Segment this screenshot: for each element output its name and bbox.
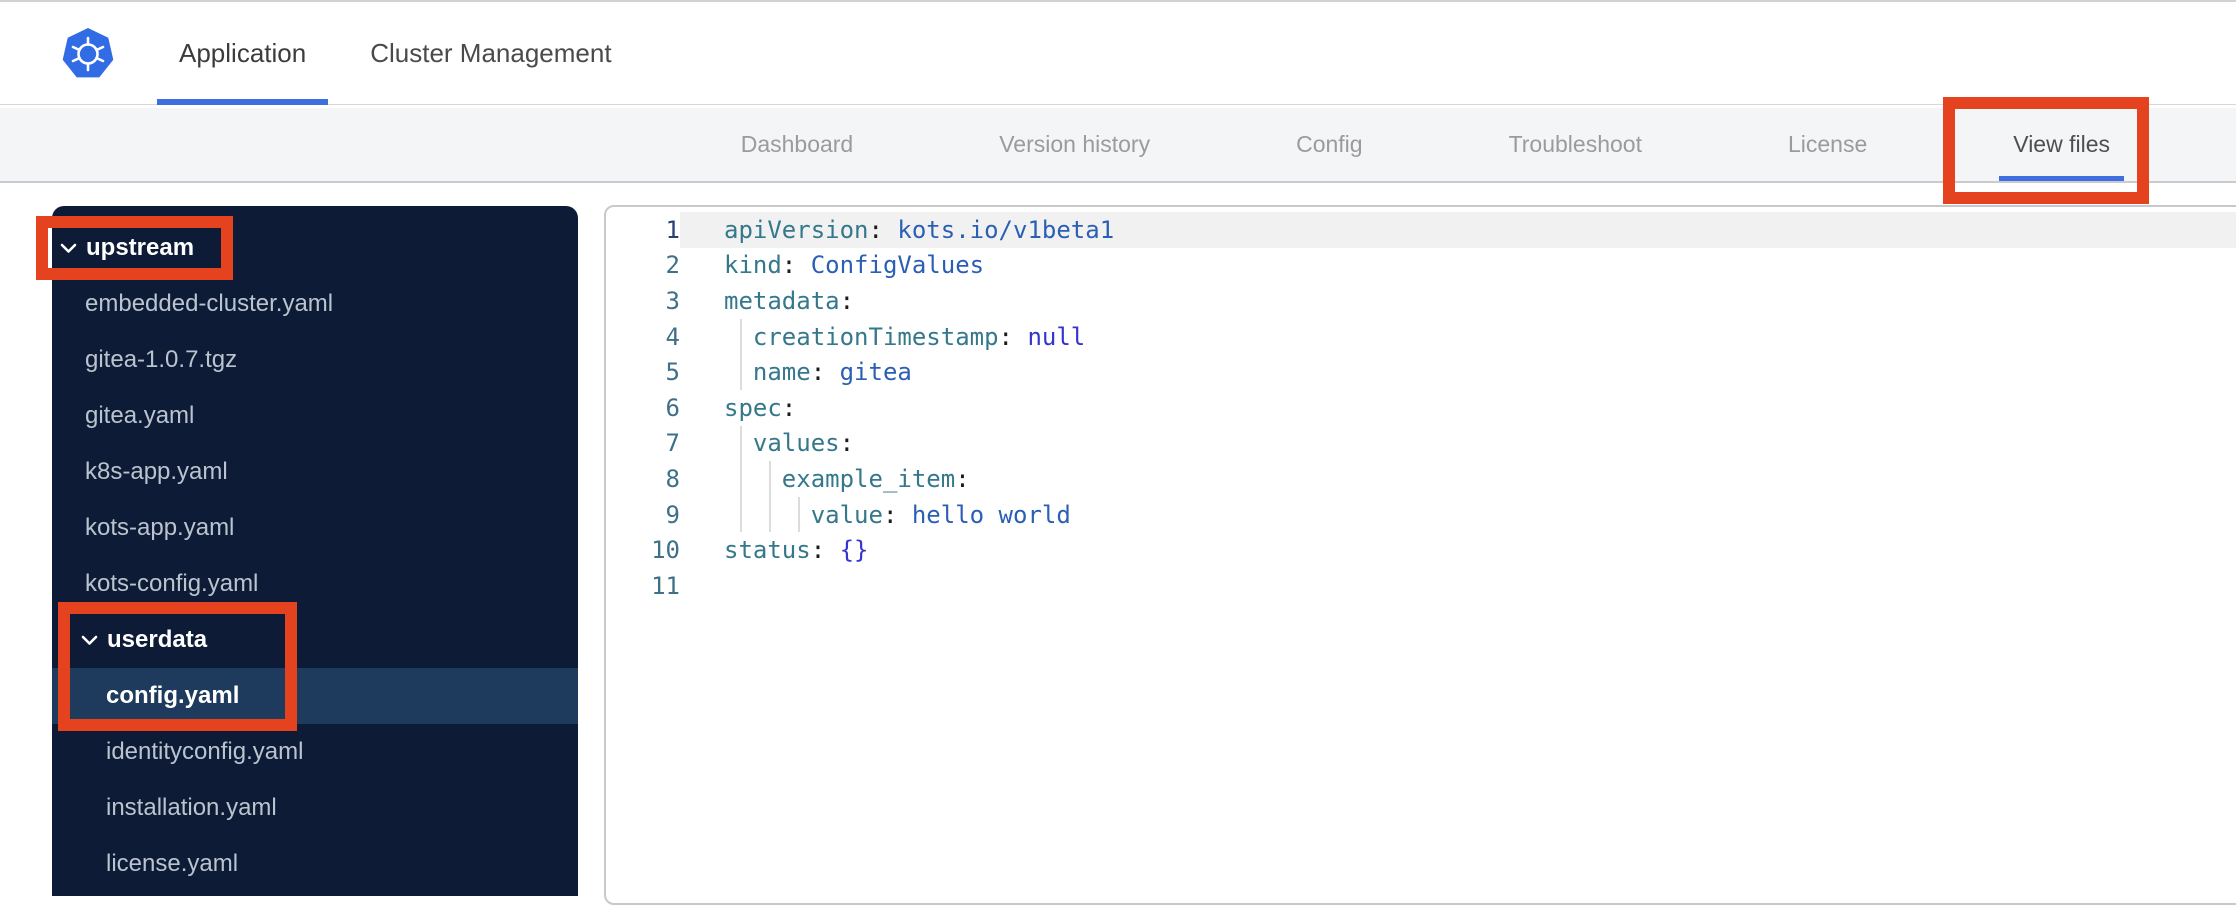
tree-item-label: upstream xyxy=(86,234,195,261)
indent-guide xyxy=(739,496,742,533)
editor-line-3: 3 metadata: xyxy=(606,283,2236,319)
tab-version-history[interactable]: Version history xyxy=(985,108,1164,181)
file-content-viewer[interactable]: 1 apiVersion: kots.io/v1beta1 2 kind: Confi… xyxy=(604,205,2236,905)
tree-item-label: gitea.yaml xyxy=(85,402,195,429)
top-tabs: Application Cluster Management xyxy=(157,2,634,105)
editor-line-4: 4 creationTimestamp: null xyxy=(606,318,2236,355)
tree-item-label: embedded-cluster.yaml xyxy=(85,290,334,317)
top-navigation-bar: Application Cluster Management xyxy=(0,0,2236,105)
tree-file-gitea-1-0-7-tgz[interactable]: gitea-1.0.7.tgz xyxy=(52,332,578,388)
line-number: 7 xyxy=(665,429,680,458)
tree-item-label: installation.yaml xyxy=(106,794,277,821)
line-number: 6 xyxy=(665,393,680,422)
line-number: 4 xyxy=(665,322,680,351)
tree-folder-userdata[interactable]: userdata xyxy=(52,612,578,668)
tab-license[interactable]: License xyxy=(1774,108,1881,181)
indent-guide xyxy=(768,461,771,497)
code-text: spec: xyxy=(724,393,797,422)
editor-line-8: 8 example_item: xyxy=(606,461,2236,497)
code-text: example_item: xyxy=(680,461,2236,497)
line-number: 1 xyxy=(665,215,680,244)
tab-config[interactable]: Config xyxy=(1282,108,1376,181)
kubernetes-logo-icon xyxy=(60,26,116,82)
code-text: status: {} xyxy=(724,536,869,565)
line-number: 11 xyxy=(651,571,680,600)
editor-line-2: 2 kind: ConfigValues xyxy=(606,248,2236,284)
tree-item-label: config.yaml xyxy=(106,682,240,709)
editor-line-7: 7 values: xyxy=(606,425,2236,462)
indent-guide xyxy=(739,425,742,462)
code-text: creationTimestamp: null xyxy=(680,318,2236,355)
code-text: metadata: xyxy=(724,286,855,315)
code-text: apiVersion: kots.io/v1beta1 xyxy=(680,212,2236,248)
tree-file-k8s-app-yaml[interactable]: k8s-app.yaml xyxy=(52,444,578,500)
indent-guide xyxy=(739,461,742,497)
tab-view-files[interactable]: View files xyxy=(1999,108,2124,181)
tree-folder-upstream[interactable]: upstream xyxy=(52,220,578,276)
top-tab-cluster-management[interactable]: Cluster Management xyxy=(348,2,633,105)
tree-file-config-yaml[interactable]: config.yaml xyxy=(52,668,578,724)
chevron-down-icon xyxy=(81,635,98,646)
code-text: name: gitea xyxy=(680,354,2236,390)
line-number: 8 xyxy=(665,464,680,493)
tree-file-gitea-yaml[interactable]: gitea.yaml xyxy=(52,388,578,444)
editor-lines: 1 apiVersion: kots.io/v1beta1 2 kind: Confi… xyxy=(606,212,2236,604)
tree-item-label: gitea-1.0.7.tgz xyxy=(85,346,238,373)
editor-line-11: 11 xyxy=(606,568,2236,604)
line-number: 9 xyxy=(665,500,680,529)
file-tree-sidebar: upstream embedded-cluster.yaml gitea-1.0.7… xyxy=(52,206,578,896)
top-tab-application[interactable]: Application xyxy=(157,2,328,105)
editor-line-6: 6 spec: xyxy=(606,390,2236,426)
indent-guide xyxy=(739,318,742,355)
tree-item-label: kots-config.yaml xyxy=(85,570,259,597)
code-text: value: hello world xyxy=(680,496,2236,533)
editor-line-9: 9 value: hello world xyxy=(606,496,2236,533)
line-number: 10 xyxy=(651,536,680,565)
code-text: kind: ConfigValues xyxy=(724,251,985,280)
tree-file-kots-config-yaml[interactable]: kots-config.yaml xyxy=(52,556,578,612)
tab-dashboard[interactable]: Dashboard xyxy=(727,108,868,181)
indent-guide xyxy=(739,354,742,390)
editor-line-5: 5 name: gitea xyxy=(606,354,2236,390)
line-number: 3 xyxy=(665,286,680,315)
tree-item-label: identityconfig.yaml xyxy=(106,738,304,765)
line-number: 5 xyxy=(665,358,680,387)
tree-item-label: license.yaml xyxy=(106,850,239,877)
line-number: 2 xyxy=(665,251,680,280)
tree-file-identityconfig-yaml[interactable]: identityconfig.yaml xyxy=(52,724,578,780)
indent-guide xyxy=(797,496,800,533)
tree-item-label: k8s-app.yaml xyxy=(85,458,228,485)
app-tab-bar: Dashboard Version history Config Troublesho… xyxy=(0,108,2236,183)
tree-file-embedded-cluster-yaml[interactable]: embedded-cluster.yaml xyxy=(52,276,578,332)
tree-item-label: userdata xyxy=(107,626,208,653)
indent-guide xyxy=(768,496,771,533)
editor-line-1: 1 apiVersion: kots.io/v1beta1 xyxy=(606,212,2236,248)
tree-file-kots-app-yaml[interactable]: kots-app.yaml xyxy=(52,500,578,556)
chevron-down-icon xyxy=(60,243,77,254)
tab-troubleshoot[interactable]: Troubleshoot xyxy=(1495,108,1656,181)
tree-file-installation-yaml[interactable]: installation.yaml xyxy=(52,780,578,836)
editor-line-10: 10 status: {} xyxy=(606,532,2236,568)
tree-file-license-yaml[interactable]: license.yaml xyxy=(52,836,578,892)
tree-item-label: kots-app.yaml xyxy=(85,514,235,541)
code-text: values: xyxy=(680,425,2236,462)
